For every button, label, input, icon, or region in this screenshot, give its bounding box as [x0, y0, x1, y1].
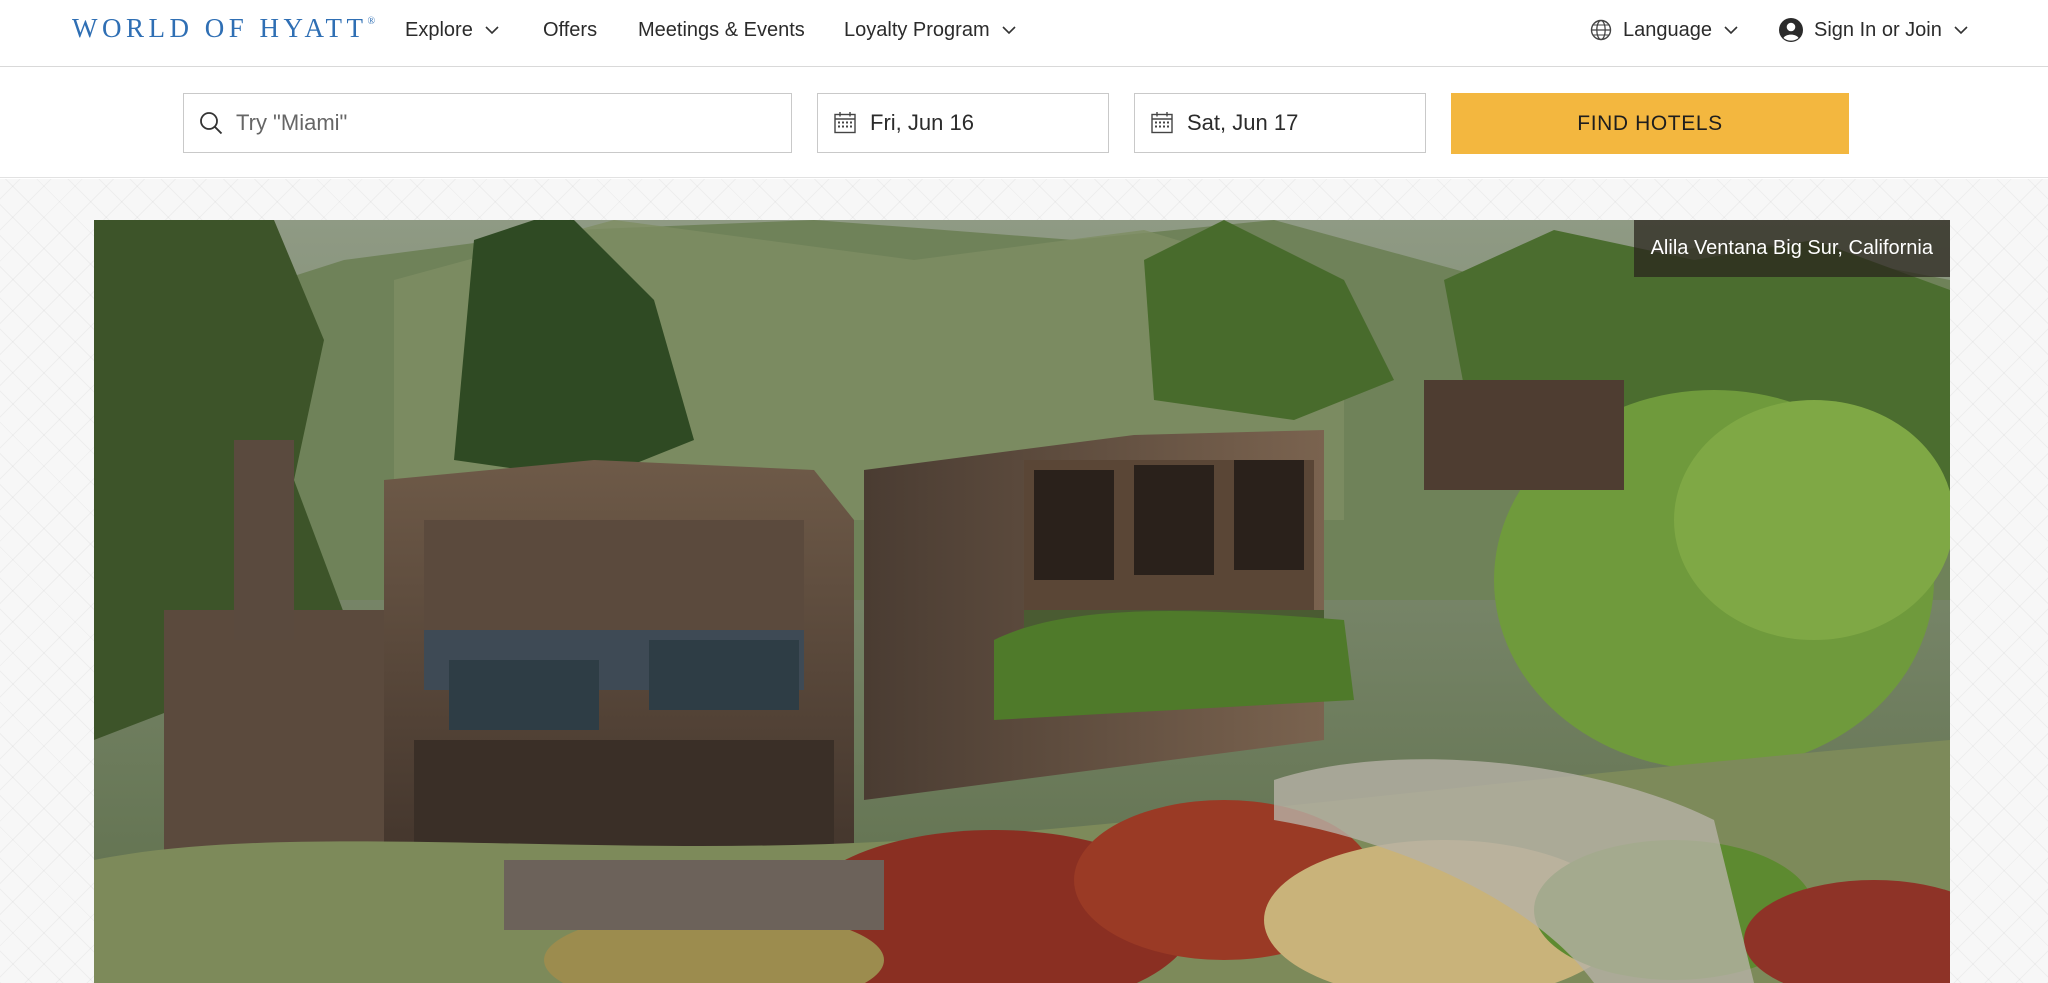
logo-text: WORLD OF HYATT — [72, 13, 368, 43]
check-in-date-field[interactable]: Fri, Jun 16 — [817, 93, 1109, 153]
search-icon — [198, 110, 224, 136]
chevron-down-icon — [1952, 21, 1970, 39]
chevron-down-icon — [483, 21, 501, 39]
registered-mark: ® — [367, 16, 376, 27]
calendar-icon — [1149, 110, 1175, 136]
nav-loyalty-program[interactable]: Loyalty Program — [844, 15, 1018, 45]
nav-meetings-label: Meetings & Events — [638, 18, 805, 41]
user-icon — [1778, 17, 1804, 43]
language-label: Language — [1623, 18, 1712, 41]
sign-in-label: Sign In or Join — [1814, 18, 1942, 41]
hotel-search-bar: Fri, Jun 16 Sat, Jun 17 FIND HOTELS — [0, 67, 2048, 178]
find-hotels-button[interactable]: FIND HOTELS — [1451, 93, 1849, 154]
chevron-down-icon — [1000, 21, 1018, 39]
nav-meetings-events[interactable]: Meetings & Events — [638, 15, 805, 45]
hero-banner[interactable]: Alila Ventana Big Sur, California — [94, 220, 1950, 983]
nav-offers[interactable]: Offers — [543, 15, 597, 45]
check-out-date-value: Sat, Jun 17 — [1187, 110, 1299, 135]
top-navigation: WORLD OF HYATT® Explore Offers Meetings … — [0, 0, 2048, 67]
nav-explore[interactable]: Explore — [405, 15, 501, 45]
hero-photo — [94, 220, 1950, 983]
check-out-date-field[interactable]: Sat, Jun 17 — [1134, 93, 1426, 153]
hero-location-caption: Alila Ventana Big Sur, California — [1633, 220, 1950, 277]
nav-offers-label: Offers — [543, 18, 598, 41]
language-selector[interactable]: Language — [1589, 15, 1740, 45]
nav-explore-label: Explore — [405, 18, 473, 41]
destination-field[interactable] — [183, 93, 792, 153]
chevron-down-icon — [1722, 21, 1740, 39]
globe-icon — [1589, 18, 1613, 42]
calendar-icon — [832, 110, 858, 136]
nav-loyalty-label: Loyalty Program — [844, 18, 990, 41]
world-of-hyatt-logo[interactable]: WORLD OF HYATT® — [72, 13, 375, 44]
destination-input[interactable] — [236, 110, 791, 136]
sign-in-join[interactable]: Sign In or Join — [1778, 15, 1970, 45]
check-in-date-value: Fri, Jun 16 — [870, 110, 974, 135]
